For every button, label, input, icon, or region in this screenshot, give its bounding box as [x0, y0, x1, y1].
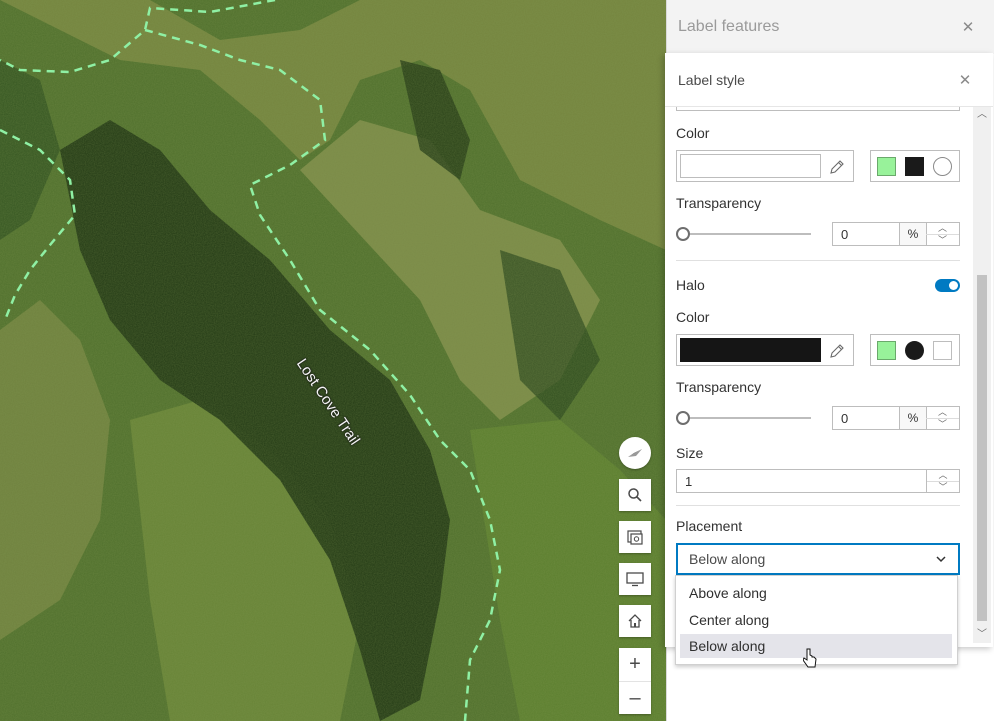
- text-transparency-label: Transparency: [676, 195, 762, 211]
- close-icon: ✕: [961, 19, 975, 36]
- size-label: Size: [676, 445, 704, 461]
- size-input[interactable]: 1 ︿ ﹀: [676, 469, 960, 493]
- text-color-label: Color: [676, 125, 710, 141]
- scroll-up-arrow[interactable]: ︿: [976, 109, 988, 121]
- text-transparency-input[interactable]: 0 % ︿ ﹀: [832, 222, 960, 246]
- percent-unit: %: [899, 407, 927, 429]
- label-style-header: Label style ✕: [665, 53, 993, 107]
- basemap-gallery-button[interactable]: [619, 521, 651, 553]
- transparency-stepper: ︿ ﹀: [926, 407, 959, 429]
- chevron-down-icon: [934, 552, 948, 566]
- text-color-swatch: [680, 154, 821, 178]
- halo-label: Halo: [676, 277, 705, 293]
- home-button[interactable]: [619, 605, 651, 637]
- panel-header: Label features ✕: [667, 0, 994, 54]
- close-label-style-button[interactable]: ✕: [955, 70, 975, 90]
- divider: [676, 505, 960, 506]
- halo-transparency-slider[interactable]: [676, 411, 811, 425]
- close-panel-button[interactable]: ✕: [958, 17, 978, 37]
- mouse-cursor-icon: [802, 648, 817, 671]
- preset-black-swatch[interactable]: [905, 157, 924, 176]
- halo-toggle[interactable]: [935, 279, 960, 292]
- option-center-along[interactable]: Center along: [680, 608, 952, 632]
- preset-white-swatch[interactable]: [933, 341, 952, 360]
- home-icon: [627, 613, 643, 629]
- option-above-along[interactable]: Above along: [680, 581, 952, 605]
- basemap-gallery-icon: [626, 528, 644, 546]
- compass-button[interactable]: [619, 437, 651, 469]
- zoom-controls: + –: [619, 648, 651, 714]
- decrement-button[interactable]: ﹀: [926, 418, 959, 429]
- pencil-icon[interactable]: [827, 341, 847, 361]
- halo-color-label: Color: [676, 309, 710, 325]
- halo-transparency-label: Transparency: [676, 379, 762, 395]
- monitor-icon: [626, 571, 644, 587]
- fullscreen-button[interactable]: [619, 563, 651, 595]
- divider: [676, 260, 960, 261]
- scrollbar[interactable]: ︿ ﹀: [973, 107, 991, 643]
- increment-button[interactable]: ︿: [926, 223, 959, 234]
- compass-icon: [625, 443, 645, 463]
- halo-color-input[interactable]: [676, 334, 854, 366]
- increment-button[interactable]: ︿: [927, 470, 959, 481]
- halo-color-presets: [870, 334, 960, 366]
- slider-handle[interactable]: [676, 227, 690, 241]
- decrement-button[interactable]: ﹀: [926, 234, 959, 245]
- text-color-presets: [870, 150, 960, 182]
- placement-label: Placement: [676, 518, 743, 534]
- increment-button[interactable]: ︿: [926, 407, 959, 418]
- pencil-icon[interactable]: [827, 157, 847, 177]
- preset-none-swatch[interactable]: [933, 157, 952, 176]
- close-icon: ✕: [958, 72, 972, 89]
- scrollbar-thumb[interactable]: [977, 275, 987, 621]
- label-style-panel: Label style ✕ Color Transparency 0 % ︿ ﹀…: [665, 53, 993, 647]
- label-style-title: Label style: [678, 71, 745, 88]
- percent-unit: %: [899, 223, 927, 245]
- scroll-down-arrow[interactable]: ﹀: [976, 629, 988, 641]
- satellite-imagery: [0, 0, 666, 721]
- slider-handle[interactable]: [676, 411, 690, 425]
- halo-transparency-input[interactable]: 0 % ︿ ﹀: [832, 406, 960, 430]
- decrement-button[interactable]: ﹀: [927, 481, 959, 492]
- text-color-input[interactable]: [676, 150, 854, 182]
- search-button[interactable]: [619, 479, 651, 511]
- size-stepper: ︿ ﹀: [926, 470, 959, 492]
- preset-green-swatch[interactable]: [877, 341, 896, 360]
- preset-black-circle-swatch[interactable]: [905, 341, 924, 360]
- halo-color-swatch: [680, 338, 821, 362]
- previous-field-bottom: [676, 107, 960, 111]
- map-view[interactable]: Lost Cove Trail + –: [0, 0, 666, 721]
- zoom-in-button[interactable]: +: [619, 648, 651, 681]
- transparency-stepper: ︿ ﹀: [926, 223, 959, 245]
- zoom-out-button[interactable]: –: [619, 681, 651, 714]
- search-icon: [627, 487, 643, 503]
- panel-title: Label features: [678, 18, 780, 35]
- placement-select[interactable]: Below along: [676, 543, 960, 575]
- preset-green-swatch[interactable]: [877, 157, 896, 176]
- text-transparency-slider[interactable]: [676, 227, 811, 241]
- label-style-scroll-area[interactable]: Color Transparency 0 % ︿ ﹀ Halo Color Tr…: [665, 107, 975, 647]
